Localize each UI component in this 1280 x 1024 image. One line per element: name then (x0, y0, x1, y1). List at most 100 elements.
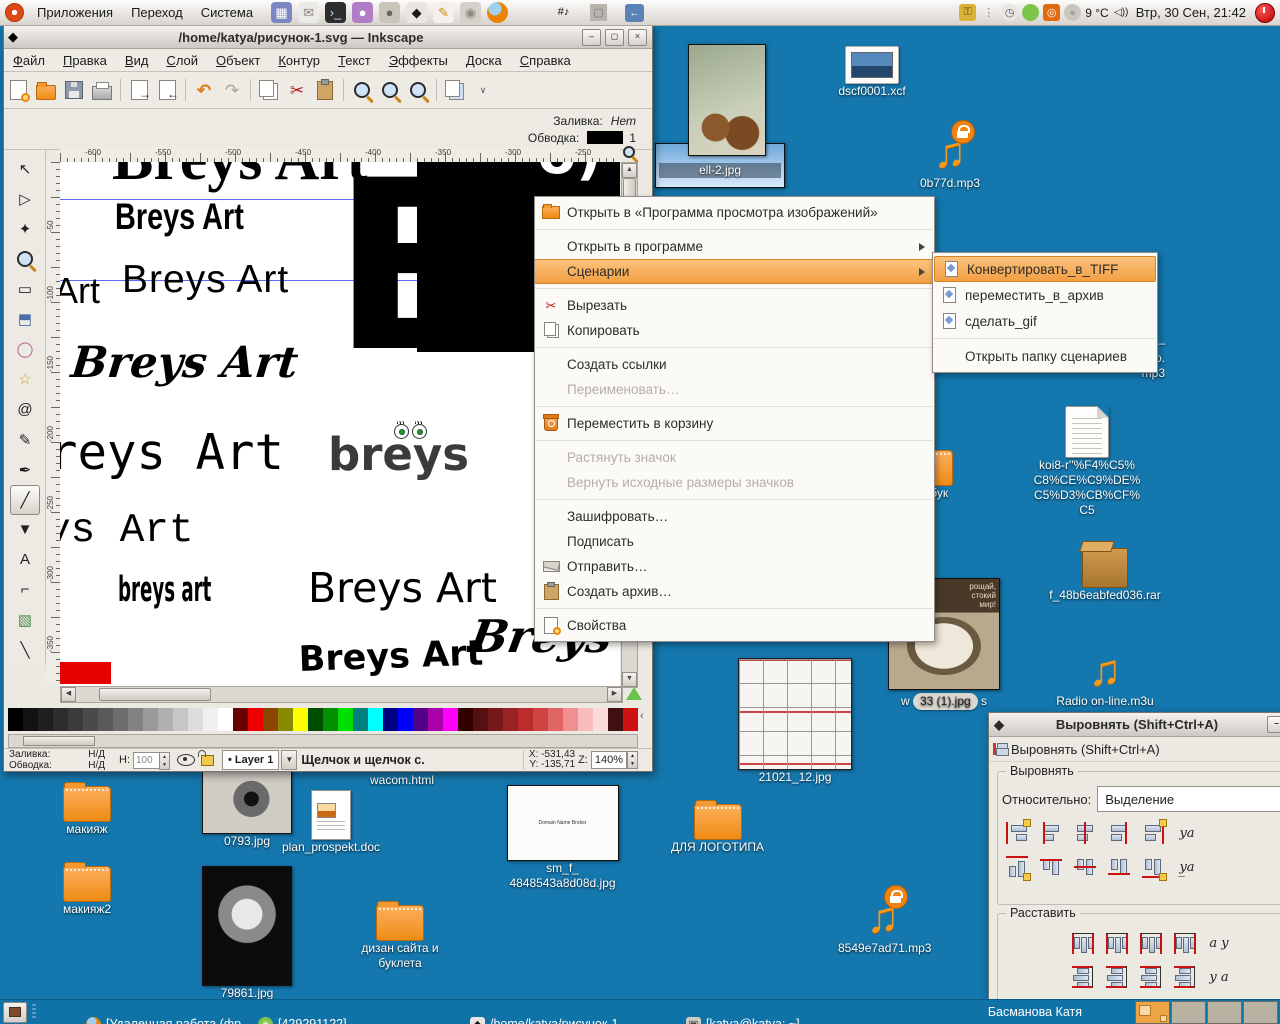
menu-9[interactable]: Справка (511, 53, 580, 68)
workspace-4[interactable] (1243, 1001, 1278, 1024)
align-center-horizontal-axis[interactable] (1068, 853, 1102, 881)
import-icon[interactable]: → (127, 78, 151, 102)
align-right-edges[interactable] (1102, 819, 1136, 847)
star-tool[interactable]: ☆ (10, 364, 40, 394)
palette-swatch[interactable] (338, 708, 353, 731)
desktop-icon-koi8-file[interactable]: koi8-r''%F4%C5% C8%CE%C9%DE% C5%D3%CB%CF… (1022, 406, 1152, 518)
clock-icon[interactable]: ◷ (1001, 4, 1018, 21)
copy-icon[interactable] (257, 78, 281, 102)
menu-0[interactable]: Файл (4, 53, 54, 68)
inkscape-titlebar[interactable]: ◆ /home/katya/рисунок-1.svg — Inkscape –… (4, 26, 652, 49)
node-tool[interactable]: ▷ (10, 184, 40, 214)
palette-swatch[interactable] (38, 708, 53, 731)
text-tool[interactable]: A (10, 545, 40, 575)
distribute-right-edges[interactable] (1134, 929, 1168, 957)
palette-swatch[interactable] (83, 708, 98, 731)
pencil-tool[interactable]: ✎ (10, 425, 40, 455)
task-button-0[interactable]: [Удаленная работа (фр... (86, 1012, 254, 1024)
taskbar-handle[interactable] (32, 1004, 36, 1020)
align-left-edges[interactable] (1034, 819, 1068, 847)
menu-item[interactable]: Сценарии (535, 259, 934, 284)
workspace-1[interactable] (1135, 1001, 1170, 1024)
open-icon[interactable] (34, 78, 58, 102)
keyboard-layout-icon[interactable]: ← (625, 4, 644, 22)
palette-swatch[interactable] (68, 708, 83, 731)
palette-swatch[interactable] (143, 708, 158, 731)
layer-selector[interactable]: •Layer 1 (222, 750, 279, 770)
palette-swatch[interactable] (113, 708, 128, 731)
palette-swatch[interactable] (548, 708, 563, 731)
palette-swatch[interactable] (533, 708, 548, 731)
desktop-icon-makiyazh2-folder[interactable]: макияж2 (56, 866, 118, 917)
horizontal-ruler[interactable]: -600-550-500-450-400-350-300-250 (60, 148, 620, 163)
palette-swatch[interactable] (8, 708, 23, 731)
notes-icon[interactable]: ✎ (433, 2, 454, 23)
menu-item[interactable]: Открыть папку сценариев (933, 343, 1157, 369)
palette-swatch[interactable] (158, 708, 173, 731)
pidgin-icon[interactable]: ● (352, 2, 373, 23)
palette-swatch[interactable] (128, 708, 143, 731)
palette-swatch[interactable] (308, 708, 323, 731)
undo-icon[interactable]: ↶ (192, 78, 216, 102)
new-document-icon[interactable] (6, 78, 30, 102)
minimize-button[interactable]: – (582, 29, 601, 46)
task-button-3[interactable]: ▣[katya@katya: ~] (686, 1012, 836, 1024)
rect-tool[interactable]: ▭ (10, 274, 40, 304)
distribute-bottom-edges[interactable] (1134, 963, 1168, 991)
color-wheel-icon[interactable] (626, 687, 642, 700)
ubuntu-logo-icon[interactable] (5, 3, 24, 22)
gimp-icon[interactable]: ● (379, 2, 400, 23)
palette-chevron-icon[interactable]: ‹ (640, 710, 644, 722)
palette-swatch[interactable] (623, 708, 638, 731)
panel-menu-2[interactable]: Система (192, 0, 262, 25)
screenshot-icon[interactable]: ◎ (1043, 4, 1060, 21)
align-left-to-anchor-right[interactable] (1136, 819, 1170, 847)
palette-swatch[interactable] (428, 708, 443, 731)
task-button-2[interactable]: ◆/home/katya/рисунок-1... (470, 1012, 675, 1024)
palette-swatch[interactable] (53, 708, 68, 731)
palette-swatch[interactable] (248, 708, 263, 731)
layer-lock-icon[interactable] (201, 755, 214, 766)
horizontal-scroll-thumb[interactable] (99, 688, 211, 701)
scroll-up-button[interactable]: ▲ (622, 163, 637, 178)
mail-icon[interactable]: ✉ (298, 2, 319, 23)
quit-button[interactable] (1255, 3, 1275, 23)
align-center-vertical-axis[interactable] (1068, 819, 1102, 847)
connector-tool[interactable]: ⌐ (10, 575, 40, 605)
palette-swatch[interactable] (593, 708, 608, 731)
palette-swatch[interactable] (443, 708, 458, 731)
duplicate-icon[interactable] (443, 78, 467, 102)
palette-swatch[interactable] (368, 708, 383, 731)
menu-item[interactable]: Подписать (535, 529, 934, 554)
bucket-tool[interactable]: ▼ (10, 515, 40, 545)
menu-5[interactable]: Контур (269, 53, 329, 68)
fill-stroke-status[interactable]: Заливка:Н/Д Обводка:Н/Д (9, 749, 105, 771)
redo-icon[interactable]: ↷ (220, 78, 244, 102)
zoom-corner-icon[interactable] (623, 146, 637, 160)
panel-menu-1[interactable]: Переход (122, 0, 192, 25)
volume-icon[interactable]: ◁)) (1113, 4, 1130, 21)
relative-to-select[interactable]: Выделение (1097, 786, 1280, 812)
volume-ball-icon[interactable]: ● (1064, 4, 1081, 21)
menu-item[interactable]: Зашифровать… (535, 504, 934, 529)
desktop-icon-splash-photo[interactable]: 79861.jpg (202, 866, 292, 1001)
align-bottom-edges[interactable] (1102, 853, 1136, 881)
palette-swatch[interactable] (173, 708, 188, 731)
desktop-icon-plan-prospekt[interactable]: plan_prospekt.doc (276, 790, 386, 855)
align-text-baseline[interactable]: y̲a (1170, 853, 1204, 881)
distribute-equal-vertical-gaps[interactable] (1168, 963, 1202, 991)
menu-item[interactable]: ✂Вырезать (535, 293, 934, 318)
pen-tool[interactable]: ✒ (10, 455, 40, 485)
palette-swatch[interactable] (458, 708, 473, 731)
palette-swatch[interactable] (608, 708, 623, 731)
panel-menu-0[interactable]: Приложения (28, 0, 122, 25)
menu-6[interactable]: Текст (329, 53, 380, 68)
menu-item[interactable]: Открыть в программе (535, 234, 934, 259)
package-icon[interactable]: ▦ (271, 2, 292, 23)
palette-swatch[interactable] (98, 708, 113, 731)
palette-swatch[interactable] (188, 708, 203, 731)
palette-swatch[interactable] (353, 708, 368, 731)
menu-item[interactable]: Растянуть значок (535, 445, 934, 470)
align-top-edges[interactable] (1034, 853, 1068, 881)
menu-item[interactable]: Создать ссылки (535, 352, 934, 377)
